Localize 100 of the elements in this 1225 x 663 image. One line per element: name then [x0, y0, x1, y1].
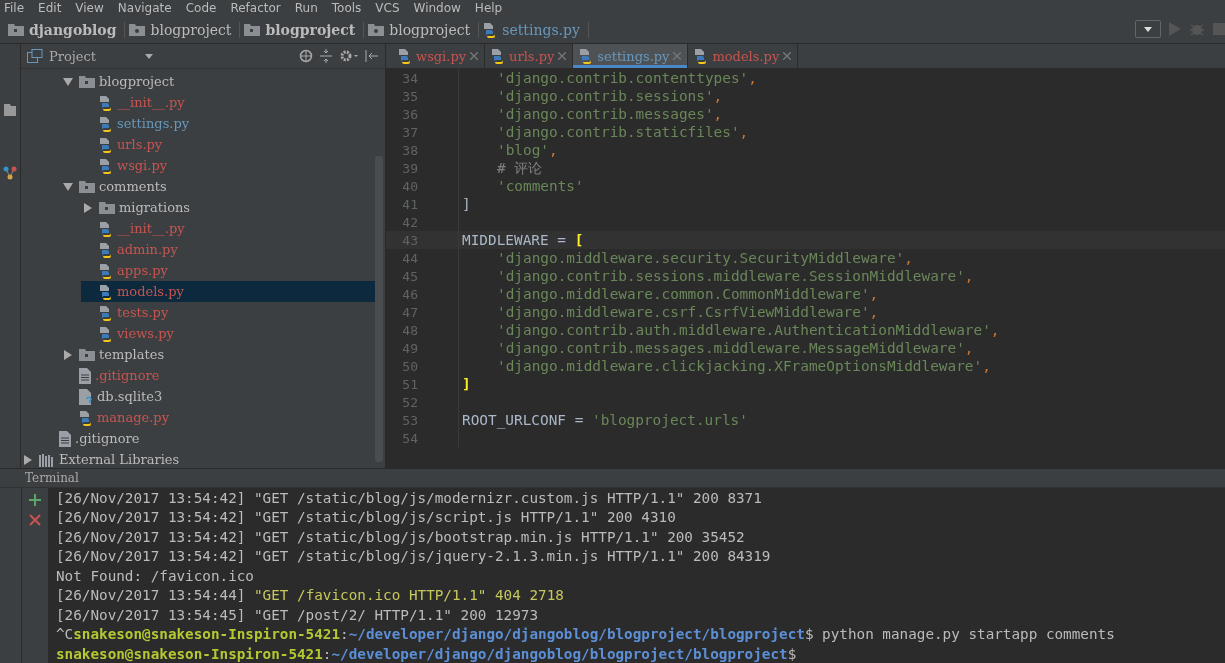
- python-file-icon: [99, 157, 113, 174]
- close-icon[interactable]: [783, 52, 792, 60]
- line-number: 54: [401, 430, 418, 446]
- code-token: ,: [964, 268, 974, 284]
- menu-item[interactable]: VCS: [375, 0, 400, 16]
- run-config-dropdown[interactable]: [1135, 20, 1161, 38]
- code-token: ,: [713, 106, 723, 122]
- code-token: ,: [713, 88, 723, 104]
- panel-title: Terminal: [25, 470, 79, 485]
- code-token: ,: [869, 304, 879, 320]
- hide-panel-icon[interactable]: [365, 49, 379, 63]
- code-token: ,: [990, 322, 1000, 338]
- add-icon[interactable]: [29, 493, 41, 506]
- python-file-icon: [483, 21, 498, 38]
- breadcrumb[interactable]: blogproject: [129, 21, 241, 38]
- tree-item[interactable]: comments: [61, 176, 375, 197]
- collapsed-arrow-icon[interactable]: [84, 202, 92, 213]
- code-token: ,: [549, 142, 558, 158]
- code-token: 'django.contrib.messages': [497, 106, 714, 122]
- code-token: 'django.contrib.sessions': [497, 88, 714, 104]
- breadcrumb[interactable]: blogproject: [368, 21, 480, 38]
- terminal-text: ~/developer/django/djangoblog/blogproject/blogproject: [331, 645, 788, 663]
- close-icon[interactable]: [29, 513, 41, 526]
- line-number: 37: [401, 124, 418, 140]
- collapsed-arrow-icon[interactable]: [24, 454, 32, 465]
- terminal-text: [26/Nov/2017 13:54:45] "GET /post/2/ HTTP/1.1" 200 12973: [56, 606, 539, 625]
- code-token: 'django.middleware.clickjacking.XFrameOptionsMiddleware': [497, 358, 983, 374]
- line-number: 34: [401, 70, 418, 86]
- tree-item[interactable]: migrations: [81, 197, 375, 218]
- python-file-icon: [491, 48, 506, 64]
- expanded-arrow-icon[interactable]: [63, 77, 73, 86]
- line-number: 39: [401, 160, 418, 176]
- python-file-icon: [99, 220, 113, 237]
- code-token: [: [574, 232, 584, 248]
- menu-item[interactable]: Navigate: [117, 0, 172, 16]
- expanded-arrow-icon[interactable]: [63, 182, 73, 191]
- code-token: MIDDLEWARE =: [462, 232, 567, 248]
- settings-icon[interactable]: [339, 49, 359, 63]
- menu-item[interactable]: File: [4, 0, 25, 16]
- folder-icon: [129, 23, 146, 36]
- code-token: 'django.contrib.contenttypes': [497, 70, 749, 86]
- terminal-text: ~/developer/django/djangoblog/blogproject/blogproject: [348, 626, 805, 644]
- menu-item[interactable]: Tools: [331, 0, 362, 16]
- line-number: 41: [401, 196, 418, 212]
- crosshair-icon[interactable]: [299, 49, 313, 63]
- menu-item[interactable]: Run: [294, 0, 318, 16]
- menu-item[interactable]: Window: [413, 0, 461, 16]
- scrollbar[interactable]: [375, 156, 383, 462]
- tree-item[interactable]: settings.py: [81, 113, 375, 134]
- python-file-icon: [99, 115, 113, 132]
- line-number: 47: [401, 304, 418, 320]
- line-number: 46: [401, 286, 418, 302]
- line-number: 40: [401, 178, 418, 194]
- structure-icon[interactable]: [3, 166, 17, 180]
- menu-item[interactable]: Edit: [38, 0, 62, 16]
- terminal-text: :: [340, 626, 349, 644]
- collapse-all-icon[interactable]: [319, 49, 333, 63]
- folder-icon: [79, 180, 95, 193]
- tree-item[interactable]: models.py: [81, 281, 375, 302]
- code-token: 'django.contrib.staticfiles': [497, 124, 740, 140]
- menu-item[interactable]: Help: [474, 0, 503, 16]
- code-token: ,: [982, 358, 991, 374]
- terminal-text: [26/Nov/2017 13:54:42] "GET /static/blog/js/modernizr.custom.js HTTP/1.1" 200 8371: [56, 489, 762, 508]
- menu-item[interactable]: Code: [185, 0, 217, 16]
- unknown-file-icon: [79, 388, 93, 405]
- line-number: 51: [401, 376, 418, 392]
- breadcrumb[interactable]: blogproject: [244, 21, 365, 38]
- code-token: 'django.middleware.common.CommonMiddleware': [497, 286, 870, 302]
- code-token: ,: [869, 286, 879, 302]
- dropdown-arrow-icon[interactable]: [145, 53, 153, 59]
- text-file-icon: [59, 430, 71, 447]
- tree-item[interactable]: blogproject: [61, 71, 375, 92]
- python-file-icon: [99, 325, 113, 342]
- tree-item[interactable]: db.sqlite3: [61, 386, 375, 407]
- line-number: 48: [401, 322, 418, 338]
- panel-title[interactable]: Project: [49, 48, 139, 64]
- terminal-text: :: [322, 645, 332, 663]
- python-file-icon: [79, 409, 93, 426]
- line-number: 36: [401, 106, 418, 122]
- code-token: 'django.contrib.sessions.middleware.SessionMiddleware': [497, 268, 965, 284]
- tree-item[interactable]: templates: [61, 344, 375, 365]
- code-token: ]: [462, 196, 471, 212]
- tree-item[interactable]: .gitignore: [41, 428, 375, 449]
- terminal-text: snakeson@snakeson-Inspiron-5421: [56, 645, 323, 663]
- breadcrumb[interactable]: djangoblog: [8, 21, 126, 38]
- tree-item[interactable]: External Libraries: [21, 449, 375, 468]
- folder-icon[interactable]: [4, 104, 16, 116]
- menu-item[interactable]: Refactor: [230, 0, 281, 16]
- menu-item[interactable]: View: [75, 0, 104, 16]
- breadcrumb[interactable]: settings.py: [483, 21, 589, 38]
- line-number: 53: [401, 412, 418, 428]
- collapsed-arrow-icon[interactable]: [64, 349, 72, 360]
- python-file-icon: [694, 48, 709, 64]
- line-number: 42: [401, 214, 418, 230]
- close-icon[interactable]: [558, 52, 567, 60]
- close-icon[interactable]: [470, 52, 479, 60]
- library-icon: [39, 452, 55, 467]
- terminal-text: "GET /favicon.ico HTTP/1.1" 404 2718: [254, 587, 564, 605]
- code-token: ,: [964, 340, 974, 356]
- python-file-icon: [579, 48, 594, 64]
